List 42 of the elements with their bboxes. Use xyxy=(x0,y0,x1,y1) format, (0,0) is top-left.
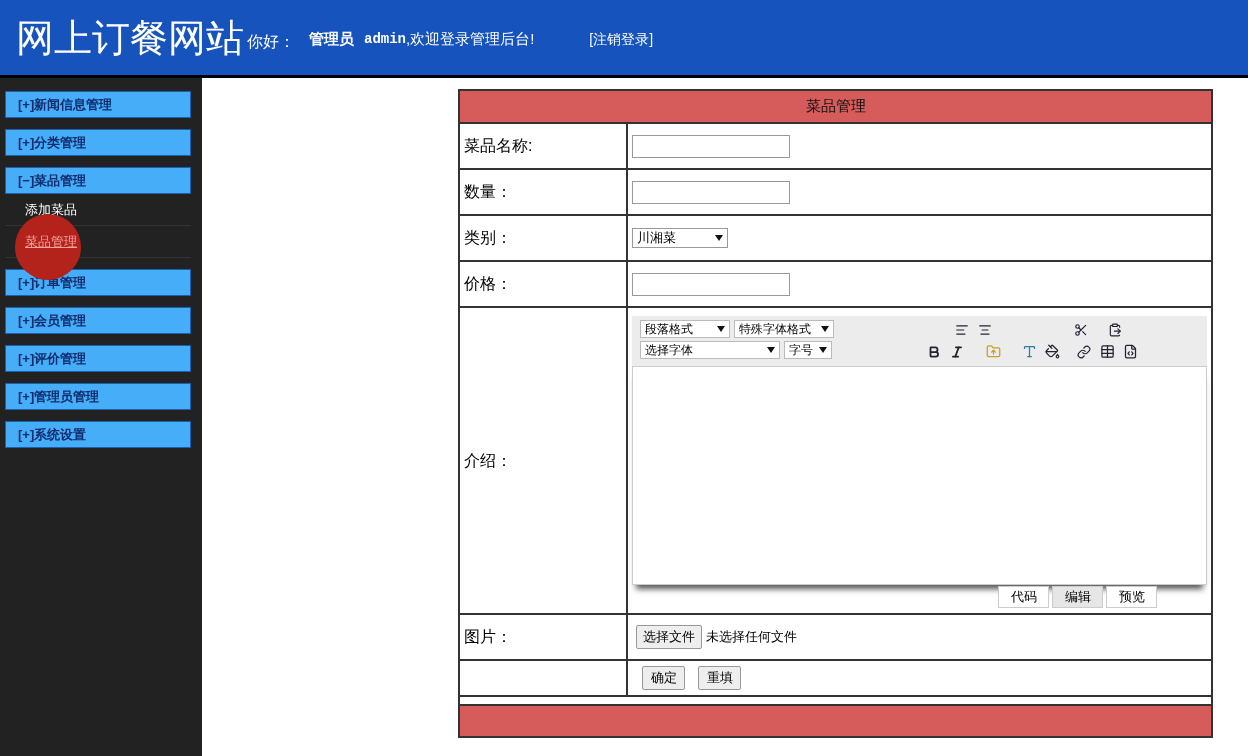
menu-group[interactable]: [+]分类管理 xyxy=(5,129,191,156)
submenu-item[interactable]: 添加菜品 xyxy=(25,199,77,220)
welcome-text: ,欢迎登录管理后台! xyxy=(406,29,535,50)
text-field[interactable] xyxy=(632,180,790,204)
caret-icon xyxy=(819,346,827,353)
text-field[interactable] xyxy=(632,272,790,296)
caret-icon xyxy=(767,346,775,353)
field-label: 类别： xyxy=(464,228,512,248)
dropdown[interactable]: 字号 xyxy=(784,340,832,359)
caret-icon xyxy=(717,325,725,332)
field-label: 菜品名称: xyxy=(464,136,533,156)
mode-tab[interactable]: 代码 xyxy=(998,585,1049,608)
greeting-text: 你好： xyxy=(247,31,295,52)
menu-group[interactable]: [+]会员管理 xyxy=(5,307,191,334)
username-text: admin xyxy=(364,30,406,49)
field-label: 介绍： xyxy=(464,450,512,471)
category-select[interactable]: 川湘菜 xyxy=(632,228,728,248)
text-field[interactable] xyxy=(632,134,790,158)
dropdown[interactable]: 段落格式 xyxy=(640,319,730,338)
form-button[interactable]: 重填 xyxy=(698,666,741,690)
site-title: 网上订餐网站 xyxy=(16,18,244,57)
submenu-item[interactable]: 菜品管理 xyxy=(25,231,77,252)
mode-tab[interactable]: 编辑 xyxy=(1052,585,1103,608)
form-title-bar: 菜品管理 xyxy=(460,91,1211,122)
field-label: 图片： xyxy=(464,627,512,647)
logout-link[interactable]: [注销登录] xyxy=(589,29,654,50)
file-status: 未选择任何文件 xyxy=(706,628,797,647)
caret-icon xyxy=(715,235,723,241)
menu-group[interactable]: [+]管理员管理 xyxy=(5,383,191,410)
caret-icon xyxy=(821,325,829,332)
role-text: 管理员 xyxy=(309,29,354,50)
field-label: 价格： xyxy=(464,274,512,294)
form-button[interactable]: 确定 xyxy=(642,666,685,690)
field-label: 数量： xyxy=(464,182,512,202)
dropdown[interactable]: 特殊字体格式 xyxy=(734,319,834,338)
menu-group[interactable]: [+]评价管理 xyxy=(5,345,191,372)
mode-tab[interactable]: 预览 xyxy=(1106,585,1157,608)
menu-group[interactable]: [−]菜品管理 xyxy=(5,167,191,194)
dropdown[interactable]: 选择字体 xyxy=(640,340,780,359)
menu-group[interactable]: [+]新闻信息管理 xyxy=(5,91,191,118)
choose-file-button[interactable]: 选择文件 xyxy=(636,625,702,649)
menu-group[interactable]: [+]系统设置 xyxy=(5,421,191,448)
